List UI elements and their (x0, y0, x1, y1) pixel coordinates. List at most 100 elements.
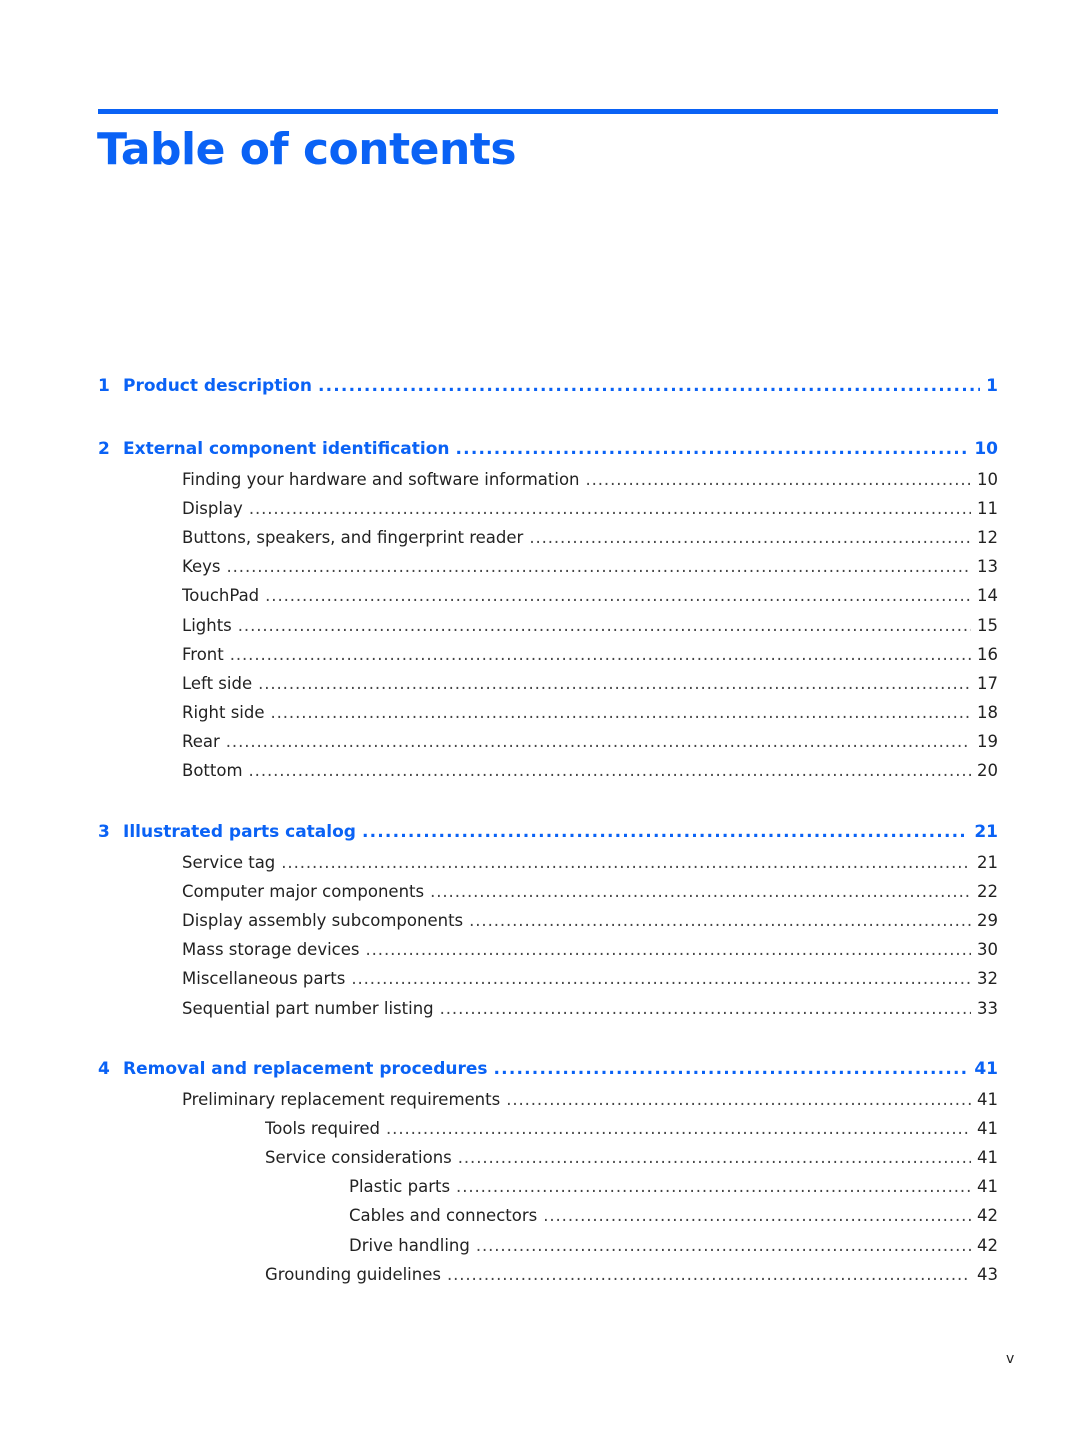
entry-page: 15 (977, 615, 998, 635)
dot-leader (351, 969, 971, 988)
dot-leader (249, 499, 971, 518)
page-title: Table of contents (97, 124, 517, 175)
entry-title: Sequential part number listing (182, 998, 434, 1018)
entry-title: Mass storage devices (182, 940, 360, 960)
entry-title: Service tag (182, 853, 276, 872)
toc-entry[interactable]: Miscellaneous parts 32 (182, 969, 998, 993)
toc-entry[interactable]: Left side 17 (182, 674, 998, 698)
chapter-number: 2 (98, 439, 110, 459)
dot-leader (494, 1059, 969, 1079)
chapter-page: 1 (986, 376, 998, 396)
entry-page: 12 (977, 528, 998, 548)
chapter-title: Illustrated parts catalog (123, 822, 356, 842)
entry-title: Preliminary replacement requirements (182, 1090, 501, 1109)
toc-entry[interactable]: TouchPad 14 (182, 586, 998, 610)
entry-page: 42 (977, 1235, 998, 1255)
entry-page: 10 (977, 470, 998, 489)
entry-page: 21 (977, 853, 998, 872)
toc-chapter-1[interactable]: 1 Product description 1 (98, 376, 998, 400)
entry-page: 42 (977, 1206, 998, 1226)
dot-leader (447, 1265, 971, 1284)
toc-entry[interactable]: Display assembly subcomponents 29 (182, 911, 998, 935)
title-rule (98, 109, 998, 114)
toc-entry[interactable]: Drive handling 42 (349, 1236, 998, 1260)
toc-chapter-4[interactable]: 4 Removal and replacement procedures 41 (98, 1059, 998, 1083)
entry-title: Left side (182, 673, 253, 693)
dot-leader (458, 1148, 971, 1167)
toc-entry[interactable]: Cables and connectors 42 (349, 1206, 998, 1230)
dot-leader (362, 822, 968, 842)
toc-chapter-2[interactable]: 2 External component identification 10 (98, 439, 998, 463)
entry-page: 11 (977, 499, 998, 519)
toc-entry[interactable]: Display 11 (182, 499, 998, 523)
dot-leader (238, 616, 971, 635)
entry-page: 14 (977, 586, 998, 606)
toc-entry[interactable]: Plastic parts 41 (349, 1177, 998, 1201)
toc-entry[interactable]: Mass storage devices 30 (182, 940, 998, 964)
toc-entry[interactable]: Keys 13 (182, 557, 998, 581)
entry-title: Miscellaneous parts (182, 969, 346, 989)
entry-page: 32 (977, 969, 998, 989)
toc-entry[interactable]: Preliminary replacement requirements 41 (182, 1090, 998, 1114)
dot-leader (430, 882, 971, 901)
toc-entry[interactable]: Tools required 41 (265, 1119, 998, 1143)
dot-leader (386, 1119, 971, 1138)
entry-title: Service considerations (265, 1148, 452, 1168)
dot-leader (456, 1177, 971, 1196)
dot-leader (265, 586, 971, 605)
entry-title: Display (182, 499, 243, 519)
dot-leader (318, 376, 980, 396)
dot-leader (586, 470, 972, 489)
dot-leader (258, 674, 971, 693)
toc-entry[interactable]: Finding your hardware and software infor… (182, 470, 998, 494)
toc-entry[interactable]: Sequential part number listing 33 (182, 999, 998, 1023)
entry-title: Computer major components (182, 882, 425, 902)
entry-page: 41 (977, 1119, 998, 1139)
entry-page: 41 (977, 1177, 998, 1197)
entry-title: Lights (182, 615, 232, 635)
dot-leader (529, 528, 971, 547)
dot-leader (543, 1206, 971, 1225)
chapter-number: 3 (98, 822, 110, 842)
chapter-title: External component identification (123, 439, 450, 459)
entry-title: Bottom (182, 761, 243, 780)
dot-leader (271, 703, 972, 722)
toc-entry[interactable]: Service considerations 41 (265, 1148, 998, 1172)
entry-title: Display assembly subcomponents (182, 911, 464, 931)
chapter-title: Product description (123, 376, 312, 396)
entry-title: Finding your hardware and software infor… (182, 470, 580, 489)
chapter-number: 1 (98, 376, 110, 396)
dot-leader (506, 1090, 971, 1109)
toc-entry[interactable]: Lights 15 (182, 616, 998, 640)
dot-leader (440, 999, 971, 1018)
entry-page: 41 (977, 1090, 998, 1109)
dot-leader (226, 732, 971, 751)
chapter-page: 10 (974, 439, 998, 459)
toc-entry[interactable]: Front 16 (182, 645, 998, 669)
entry-page: 18 (977, 702, 998, 722)
page-number: v (1006, 1351, 1015, 1367)
entry-title: Keys (182, 557, 221, 577)
toc-entry[interactable]: Bottom 20 (182, 761, 998, 785)
entry-title: Drive handling (349, 1235, 470, 1255)
toc-entry[interactable]: Service tag 21 (182, 853, 998, 877)
entry-page: 20 (977, 761, 998, 780)
entry-page: 19 (977, 731, 998, 751)
entry-page: 41 (977, 1148, 998, 1168)
entry-page: 16 (977, 644, 998, 664)
entry-title: Right side (182, 702, 265, 722)
toc-entry[interactable]: Computer major components 22 (182, 882, 998, 906)
entry-title: Grounding guidelines (265, 1264, 441, 1284)
toc-entry[interactable]: Rear 19 (182, 732, 998, 756)
toc-entry[interactable]: Buttons, speakers, and fingerprint reade… (182, 528, 998, 552)
chapter-page: 41 (974, 1059, 998, 1079)
entry-title: Buttons, speakers, and fingerprint reade… (182, 528, 524, 548)
toc-entry[interactable]: Grounding guidelines 43 (265, 1265, 998, 1289)
dot-leader (281, 853, 971, 872)
entry-title: Rear (182, 731, 220, 751)
entry-page: 29 (977, 911, 998, 931)
toc-chapter-3[interactable]: 3 Illustrated parts catalog 21 (98, 822, 998, 846)
entry-page: 22 (977, 882, 998, 902)
entry-title: Cables and connectors (349, 1206, 538, 1226)
toc-entry[interactable]: Right side 18 (182, 703, 998, 727)
